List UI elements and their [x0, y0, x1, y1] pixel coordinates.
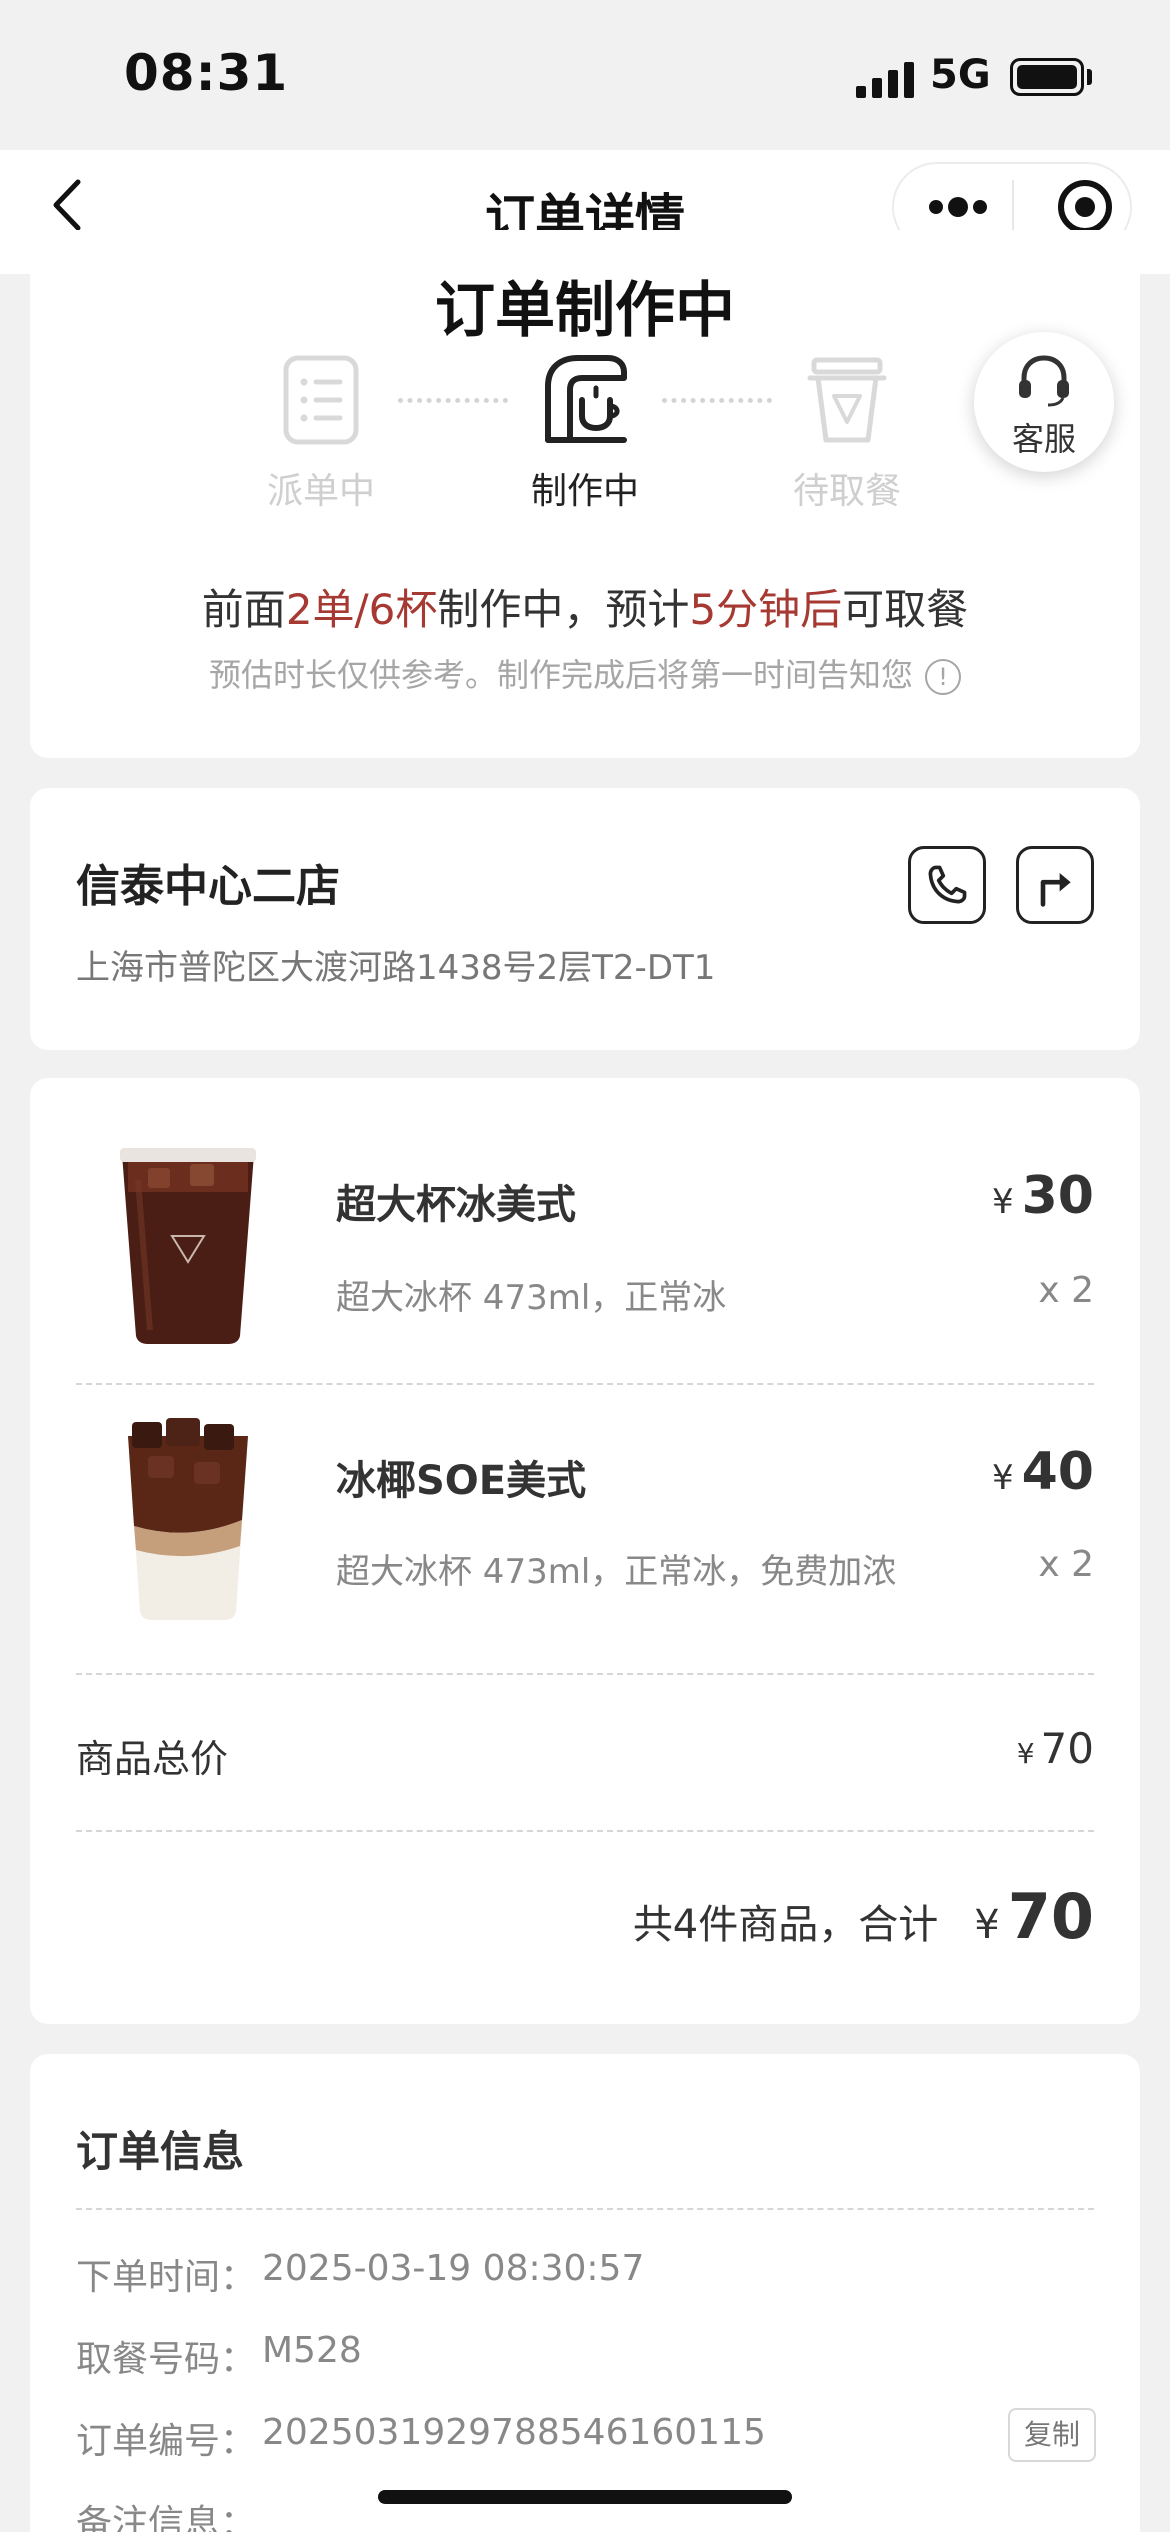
coconut-soe-americano-image [128, 1418, 248, 1620]
item-quantity: x 2 [1038, 1544, 1094, 1585]
currency-symbol: ¥ [974, 1902, 1000, 1948]
iced-americano-image [120, 1148, 256, 1344]
item-price-value: 30 [1021, 1166, 1094, 1226]
status-time: 08:31 [124, 44, 289, 102]
order-info-title: 订单信息 [76, 2127, 245, 2176]
queue-count: 2单/6杯 [285, 585, 438, 634]
coffee-machine-icon [545, 355, 627, 443]
currency-symbol: ¥ [991, 1182, 1014, 1222]
headset-icon [1019, 355, 1069, 407]
item-name: 超大杯冰美式 [336, 1182, 576, 1228]
queue-status: 前面2单/6杯制作中，预计5分钟后可取餐 [0, 576, 1170, 637]
order-status-title: 订单制作中 [435, 276, 735, 346]
subtotal-value: ¥70 [1017, 1724, 1094, 1773]
dispatch-icon [283, 355, 359, 445]
copy-button[interactable]: 复制 [1008, 2408, 1096, 2462]
step-label-making: 制作中 [530, 471, 639, 512]
item-spec: 超大冰杯 473ml，正常冰 [336, 1278, 727, 1318]
phone-icon[interactable] [908, 846, 986, 924]
subtotal-label: 商品总价 [76, 1737, 229, 1781]
info-icon[interactable]: ! [925, 659, 961, 695]
signal-icon [856, 58, 916, 98]
divider [76, 2208, 1094, 2210]
step-label-dispatch: 派单中 [266, 471, 375, 512]
queue-text-3: 可取餐 [842, 585, 969, 634]
pickup-cup-icon [807, 357, 887, 443]
remark-label: 备注信息： [76, 2503, 257, 2532]
store-address: 上海市普陀区大渡河路1438号2层T2-DT1 [76, 948, 716, 988]
item-price-value: 40 [1021, 1442, 1094, 1502]
divider [76, 1383, 1094, 1385]
estimate-hint-text: 预估时长仅供参考。制作完成后将第一时间告知您 [208, 656, 913, 694]
store-name: 信泰中心二店 [76, 861, 340, 912]
total-label: 共4件商品，合计 [632, 1902, 939, 1948]
step-connector [662, 398, 772, 403]
subtotal-amount: 70 [1040, 1724, 1094, 1773]
item-quantity: x 2 [1038, 1270, 1094, 1311]
order-time-label: 下单时间： [76, 2257, 257, 2298]
order-time-value: 2025-03-19 08:30:57 [262, 2248, 645, 2289]
pickup-code-value: M528 [262, 2330, 362, 2371]
order-number-value: 2025031929788546160115 [262, 2412, 766, 2453]
currency-symbol: ¥ [1016, 1737, 1035, 1770]
queue-eta: 5分钟后 [689, 585, 843, 634]
network-label: 5G [930, 52, 991, 98]
item-name: 冰椰SOE美式 [336, 1458, 587, 1504]
total-amount: 70 [1007, 1880, 1094, 1953]
order-number-label: 订单编号： [76, 2421, 257, 2462]
item-price: ¥30 [992, 1166, 1094, 1226]
item-spec: 超大冰杯 473ml，正常冰，免费加浓 [336, 1552, 897, 1592]
divider [76, 1830, 1094, 1832]
battery-tip [1087, 69, 1092, 85]
currency-symbol: ¥ [991, 1458, 1014, 1498]
more-icon[interactable] [928, 196, 988, 218]
home-indicator [378, 2490, 792, 2504]
capsule-divider [1012, 180, 1014, 234]
order-total: 共4件商品，合计 ¥70 [633, 1880, 1094, 1953]
queue-text-2: 制作中，预计 [437, 585, 690, 634]
estimate-hint: 预估时长仅供参考。制作完成后将第一时间告知您! [0, 650, 1170, 696]
navigation-icon[interactable] [1016, 846, 1094, 924]
customer-service-label: 客服 [1011, 420, 1076, 458]
divider [76, 1673, 1094, 1675]
step-label-pickup: 待取餐 [792, 471, 901, 512]
queue-text-1: 前面 [201, 585, 286, 634]
close-miniprogram-icon[interactable] [1058, 180, 1112, 234]
item-price: ¥40 [992, 1442, 1094, 1502]
step-connector [398, 398, 508, 403]
pickup-code-label: 取餐号码： [76, 2339, 257, 2380]
battery-icon [1010, 58, 1084, 96]
